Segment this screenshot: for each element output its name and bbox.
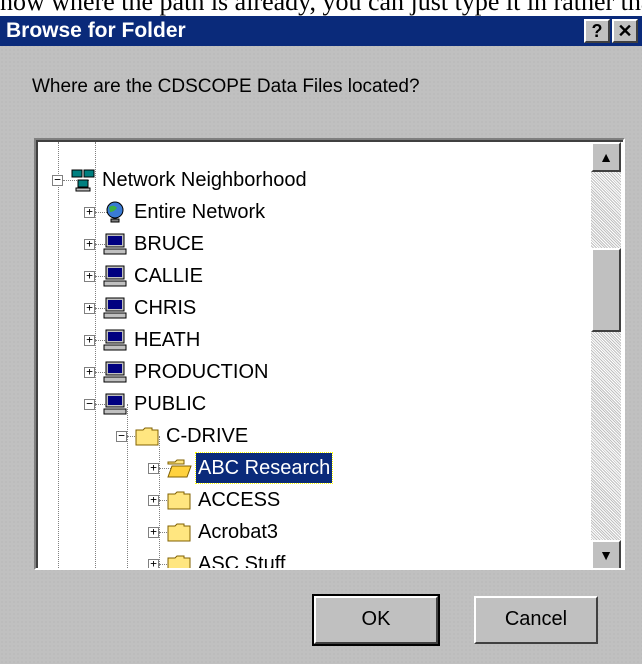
tree-item-label[interactable]: Network Neighborhood <box>100 164 309 196</box>
tree-item[interactable]: + ABC Research <box>38 452 578 484</box>
open-folder-icon <box>166 456 192 480</box>
tree-item[interactable]: + CHRIS <box>38 292 578 324</box>
tree-item[interactable]: + CALLIE <box>38 260 578 292</box>
tree-item-label[interactable]: BRUCE <box>132 228 206 260</box>
tree-item-label[interactable]: CHRIS <box>132 292 198 324</box>
browse-for-folder-dialog: Browse for Folder ? ✕ Where are the CDSC… <box>0 16 642 664</box>
folder-tree[interactable]: − Network Neighborhood + Entire Network + BRU… <box>34 138 625 570</box>
folder-icon <box>166 488 192 512</box>
vertical-scrollbar[interactable]: ▲ ▼ <box>591 142 621 568</box>
help-button[interactable]: ? <box>584 19 610 43</box>
tree-item-label[interactable]: HEATH <box>132 324 202 356</box>
expand-icon[interactable]: + <box>148 558 159 568</box>
title-bar: Browse for Folder ? ✕ <box>0 16 642 46</box>
tree-item-label[interactable]: Acrobat3 <box>196 516 280 548</box>
expand-icon[interactable]: + <box>148 494 159 506</box>
tree-item[interactable]: + HEATH <box>38 324 578 356</box>
tree-item[interactable]: − C-DRIVE <box>38 420 578 452</box>
dialog-title: Browse for Folder <box>6 19 186 42</box>
expand-icon[interactable]: + <box>84 206 95 218</box>
scroll-thumb[interactable] <box>591 248 621 332</box>
computer-icon <box>102 328 128 352</box>
collapse-icon[interactable]: − <box>116 430 127 442</box>
tree-item[interactable]: + ASC Stuff <box>38 548 578 568</box>
dialog-prompt: Where are the CDSCOPE Data Files located… <box>32 76 420 97</box>
tree-item-label[interactable]: ABC Research <box>194 452 334 484</box>
network-neighborhood-icon <box>70 168 96 192</box>
tree-item-label[interactable]: CALLIE <box>132 260 205 292</box>
tree-item-label[interactable]: Entire Network <box>132 196 267 228</box>
globe-icon <box>102 200 128 224</box>
tree-item[interactable]: + ACCESS <box>38 484 578 516</box>
folder-tree-content: − Network Neighborhood + Entire Network + BRU… <box>36 140 623 568</box>
tree-item[interactable]: + BRUCE <box>38 228 578 260</box>
computer-icon <box>102 360 128 384</box>
folder-icon <box>166 520 192 544</box>
tree-item-label[interactable]: ASC Stuff <box>196 548 287 568</box>
tree-item[interactable]: + Acrobat3 <box>38 516 578 548</box>
tree-item-label[interactable]: ACCESS <box>196 484 282 516</box>
background-document-text: now where the path is already, you can j… <box>0 0 642 16</box>
tree-item[interactable]: + PRODUCTION <box>38 356 578 388</box>
expand-icon[interactable]: + <box>84 302 95 314</box>
computer-icon <box>102 264 128 288</box>
tree-item-label[interactable]: C-DRIVE <box>164 420 250 452</box>
collapse-icon[interactable]: − <box>84 398 95 410</box>
collapse-icon[interactable]: − <box>52 174 63 186</box>
expand-icon[interactable]: + <box>84 366 95 378</box>
tree-item[interactable]: − PUBLIC <box>38 388 578 420</box>
tree-item-label[interactable]: PUBLIC <box>132 388 208 420</box>
cancel-button[interactable]: Cancel <box>474 596 598 644</box>
expand-icon[interactable]: + <box>84 238 95 250</box>
close-button[interactable]: ✕ <box>612 19 638 43</box>
scroll-down-button[interactable]: ▼ <box>591 540 621 568</box>
folder-icon <box>166 552 192 568</box>
ok-button[interactable]: OK <box>312 594 440 646</box>
expand-icon[interactable]: + <box>148 462 159 474</box>
expand-icon[interactable]: + <box>84 334 95 346</box>
expand-icon[interactable]: + <box>84 270 95 282</box>
scroll-up-button[interactable]: ▲ <box>591 142 621 172</box>
computer-icon <box>102 296 128 320</box>
computer-icon <box>102 232 128 256</box>
computer-icon <box>102 392 128 416</box>
tree-item[interactable]: + Entire Network <box>38 196 578 228</box>
tree-item-label[interactable]: PRODUCTION <box>132 356 270 388</box>
tree-item[interactable]: − Network Neighborhood <box>38 164 578 196</box>
folder-icon <box>134 424 160 448</box>
expand-icon[interactable]: + <box>148 526 159 538</box>
